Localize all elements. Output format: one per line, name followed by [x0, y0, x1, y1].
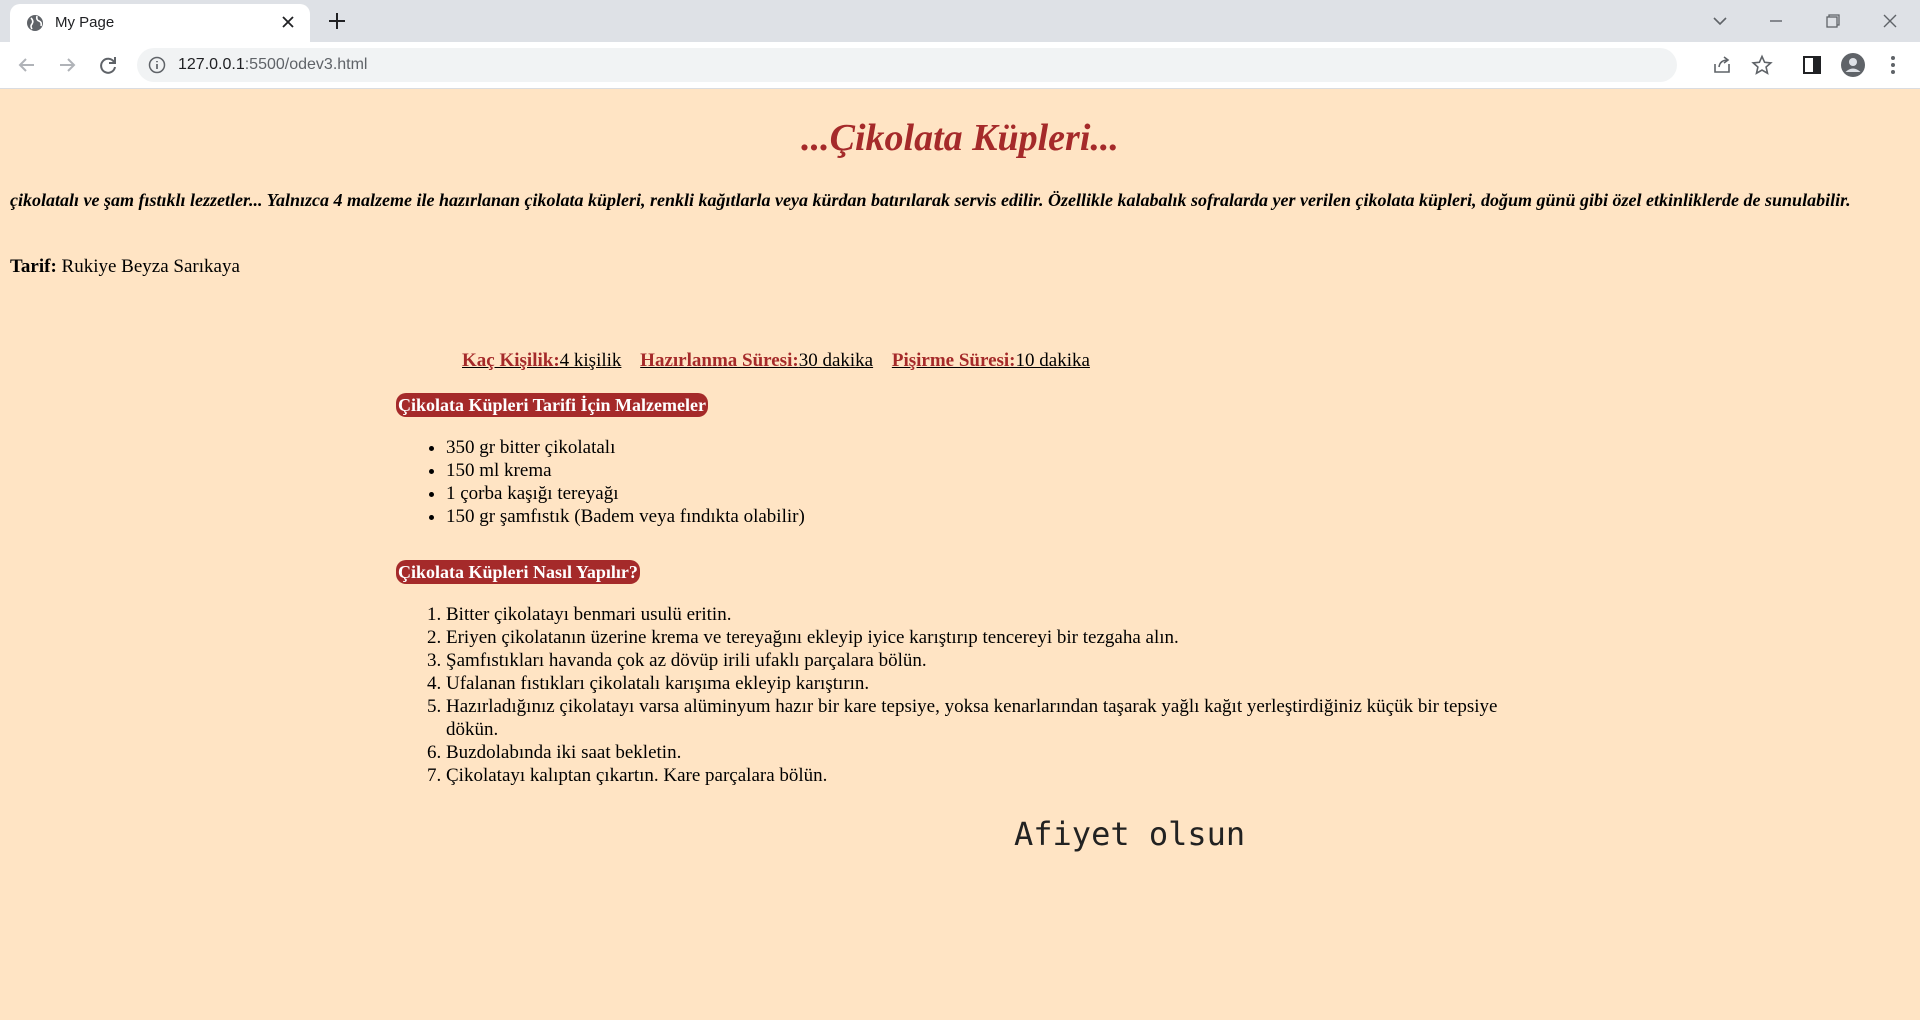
globe-icon — [27, 15, 43, 31]
meta-servings-value: 4 kişilik — [559, 350, 622, 371]
author-label: Tarif: — [10, 256, 57, 277]
list-item: 1 çorba kaşığı tereyağı — [446, 482, 805, 505]
menu-kebab-icon[interactable] — [1880, 52, 1906, 78]
list-item: Ufalanan fıstıkları çikolatalı karışıma … — [446, 672, 1506, 695]
intro-text: çikolatalı ve şam fıstıklı lezzetler... … — [10, 190, 1851, 210]
author-name: Rukiye Beyza Sarıkaya — [61, 256, 240, 277]
new-tab-icon[interactable] — [325, 9, 349, 33]
tab-strip: My Page — [0, 0, 1920, 42]
list-item: Çikolatayı kalıptan çıkartın. Kare parça… — [446, 764, 1506, 787]
forward-arrow-icon[interactable] — [53, 51, 81, 79]
page-body: ...Çikolata Küpleri... çikolatalı ve şam… — [0, 89, 1920, 1020]
list-item: 150 ml krema — [446, 459, 805, 482]
close-tab-icon[interactable] — [278, 12, 298, 32]
ingredients-heading: Çikolata Küpleri Tarifi İçin Malzemeler — [396, 393, 708, 417]
back-arrow-icon[interactable] — [13, 51, 41, 79]
meta-servings: Kaç Kişilik:4 kişilik — [462, 350, 621, 371]
closing-text: Afiyet olsun — [1014, 815, 1246, 853]
browser-tab[interactable]: My Page — [10, 4, 310, 42]
meta-prep-time-value: 30 dakika — [798, 350, 874, 371]
site-info-icon[interactable] — [148, 56, 166, 74]
tab-title: My Page — [55, 14, 115, 31]
url-host: 127.0.0.1 — [178, 56, 245, 73]
list-item: Şamfıstıkları havanda çok az dövüp irili… — [446, 649, 1506, 672]
steps-list: Bitter çikolatayı benmari usulü eritin. … — [396, 603, 1506, 787]
minimize-icon[interactable] — [1762, 7, 1790, 35]
steps-heading: Çikolata Küpleri Nasıl Yapılır? — [396, 560, 640, 584]
share-icon[interactable] — [1711, 54, 1733, 76]
url-text[interactable]: 127.0.0.1:5500/odev3.html — [178, 56, 367, 74]
list-item: 350 gr bitter çikolatalı — [446, 436, 805, 459]
restore-icon[interactable] — [1819, 7, 1847, 35]
address-bar[interactable]: 127.0.0.1:5500/odev3.html — [137, 48, 1773, 82]
list-item: Eriyen çikolatanın üzerine krema ve tere… — [446, 626, 1506, 649]
profile-avatar-icon[interactable] — [1840, 52, 1866, 78]
list-item: 150 gr şamfıstık (Badem veya fındıkta ol… — [446, 505, 805, 528]
url-path: :5500/odev3.html — [244, 56, 368, 73]
list-item: Bitter çikolatayı benmari usulü eritin. — [446, 603, 1506, 626]
side-panel-icon[interactable] — [1799, 52, 1825, 78]
meta-prep-time-label: Hazırlanma Süresi: — [640, 350, 799, 371]
meta-cook-time-label: Pişirme Süresi: — [891, 350, 1016, 371]
author-line: Tarif: Rukiye Beyza Sarıkaya — [10, 256, 240, 278]
meta-cook-time: Pişirme Süresi:10 dakika — [892, 350, 1090, 371]
reload-icon[interactable] — [94, 51, 122, 79]
tab-search-chevron-icon[interactable] — [1706, 7, 1734, 35]
meta-servings-label: Kaç Kişilik: — [462, 350, 560, 371]
meta-cook-time-value: 10 dakika — [1015, 350, 1090, 371]
ingredients-list: 350 gr bitter çikolatalı 150 ml krema 1 … — [396, 436, 805, 528]
bookmark-star-icon[interactable] — [1751, 54, 1773, 76]
close-window-icon[interactable] — [1876, 7, 1904, 35]
list-item: Buzdolabında iki saat bekletin. — [446, 741, 1506, 764]
page-title: ...Çikolata Küpleri... — [801, 117, 1119, 159]
recipe-meta: Kaç Kişilik:4 kişilik Hazırlanma Süresi:… — [462, 350, 1104, 372]
list-item: Hazırladığınız çikolatayı varsa alüminyu… — [446, 695, 1506, 741]
meta-prep-time: Hazırlanma Süresi:30 dakika — [640, 350, 873, 371]
browser-toolbar: 127.0.0.1:5500/odev3.html — [0, 42, 1920, 89]
